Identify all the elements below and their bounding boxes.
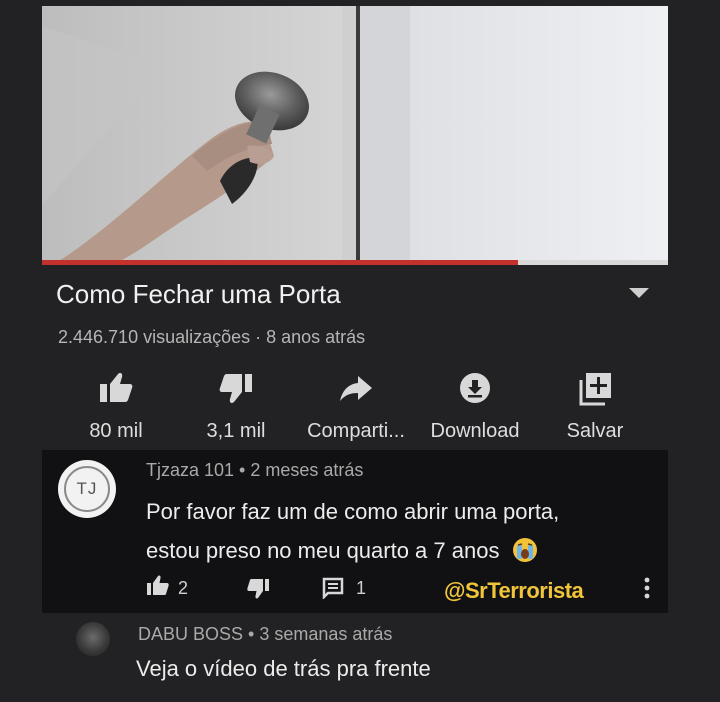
comment-text-line: estou preso no meu quarto a 7 anos bbox=[146, 531, 616, 570]
chevron-down-icon[interactable] bbox=[627, 287, 651, 299]
video-frame-image bbox=[42, 6, 668, 265]
reply-count: 1 bbox=[356, 578, 367, 598]
avatar-initials: TJ bbox=[64, 466, 110, 512]
comment-like-count: 2 bbox=[178, 578, 189, 598]
like-count: 80 mil bbox=[89, 420, 143, 442]
video-progress-bar[interactable] bbox=[42, 260, 668, 265]
watermark: @SrTerrorista bbox=[444, 578, 584, 603]
share-button[interactable]: Comparti... bbox=[296, 368, 416, 443]
video-meta: 2.446.710 visualizações · 8 anos atrás bbox=[58, 327, 366, 347]
save-label: Salvar bbox=[566, 420, 624, 442]
download-button[interactable]: Download bbox=[415, 368, 535, 443]
video-progress-fill bbox=[42, 260, 518, 265]
comment-dislike-icon[interactable] bbox=[246, 578, 270, 600]
reply-author[interactable]: DABU BOSS • 3 semanas atrás bbox=[138, 624, 392, 645]
save-playlist-icon bbox=[579, 373, 611, 406]
dislike-button[interactable]: 3,1 mil bbox=[176, 368, 296, 443]
share-icon bbox=[340, 376, 372, 401]
reply-comment-icon[interactable] bbox=[322, 577, 344, 599]
reply-text: Veja o vídeo de trás pra frente bbox=[136, 656, 431, 681]
video-player[interactable] bbox=[42, 6, 668, 265]
thumbs-down-icon bbox=[219, 374, 252, 403]
crying-face-emoji-icon bbox=[512, 538, 537, 562]
like-button[interactable]: 80 mil bbox=[56, 368, 176, 443]
video-title: Como Fechar uma Porta bbox=[56, 279, 341, 309]
download-icon bbox=[460, 373, 490, 403]
more-vertical-icon[interactable] bbox=[644, 576, 650, 600]
comment-author[interactable]: Tjzaza 101 • 2 meses atrás bbox=[146, 460, 363, 481]
comment-text-line-2: estou preso no meu quarto a 7 anos bbox=[146, 538, 500, 563]
save-button[interactable]: Salvar bbox=[535, 368, 655, 443]
dislike-count: 3,1 mil bbox=[206, 420, 266, 442]
avatar[interactable]: TJ bbox=[58, 460, 116, 518]
thumbs-up-icon bbox=[100, 373, 133, 402]
comment-like-icon[interactable] bbox=[146, 574, 170, 596]
comment-text: Por favor faz um de como abrir uma porta… bbox=[146, 492, 616, 570]
comment-text-line: Por favor faz um de como abrir uma porta… bbox=[146, 499, 560, 524]
download-label: Download bbox=[430, 420, 520, 442]
share-label: Comparti... bbox=[307, 420, 405, 442]
reply-avatar[interactable] bbox=[76, 622, 110, 656]
